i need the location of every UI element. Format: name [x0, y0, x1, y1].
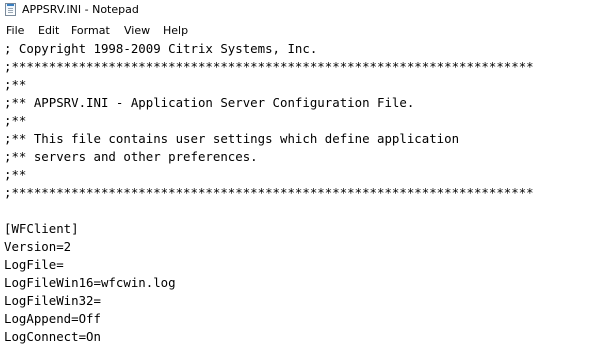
text-line: LogFileWin16=wfcwin.log [4, 275, 176, 290]
text-line: ;** APPSRV.INI - Application Server Conf… [4, 95, 415, 110]
menu-bar: File Edit Format View Help [0, 20, 608, 40]
menu-file[interactable]: File [6, 24, 24, 37]
text-line: LogFile= [4, 257, 64, 272]
text-line: ;** [4, 113, 27, 128]
text-line: ;***************************************… [4, 59, 534, 74]
text-line: LogAppend=Off [4, 311, 101, 326]
menu-help[interactable]: Help [163, 24, 188, 37]
text-line: LogFileWin32= [4, 293, 101, 308]
text-line: [WFClient] [4, 221, 79, 236]
text-line: ;** This file contains user settings whi… [4, 131, 460, 146]
text-line: ;** [4, 77, 27, 92]
menu-edit[interactable]: Edit [38, 24, 59, 37]
menu-view[interactable]: View [124, 24, 150, 37]
text-line: ;** [4, 167, 27, 182]
text-line: ; Copyright 1998-2009 Citrix Systems, In… [4, 41, 318, 56]
text-line: LogConnect=On [4, 329, 101, 344]
text-editor[interactable]: ; Copyright 1998-2009 Citrix Systems, In… [0, 40, 608, 350]
title-bar: APPSRV.INI - Notepad [0, 0, 608, 20]
window-title: APPSRV.INI - Notepad [22, 3, 139, 16]
notepad-icon [5, 3, 16, 16]
text-line: ;***************************************… [4, 185, 534, 200]
text-line: Version=2 [4, 239, 72, 254]
menu-format[interactable]: Format [71, 24, 110, 37]
text-line: ;** servers and other preferences. [4, 149, 258, 164]
